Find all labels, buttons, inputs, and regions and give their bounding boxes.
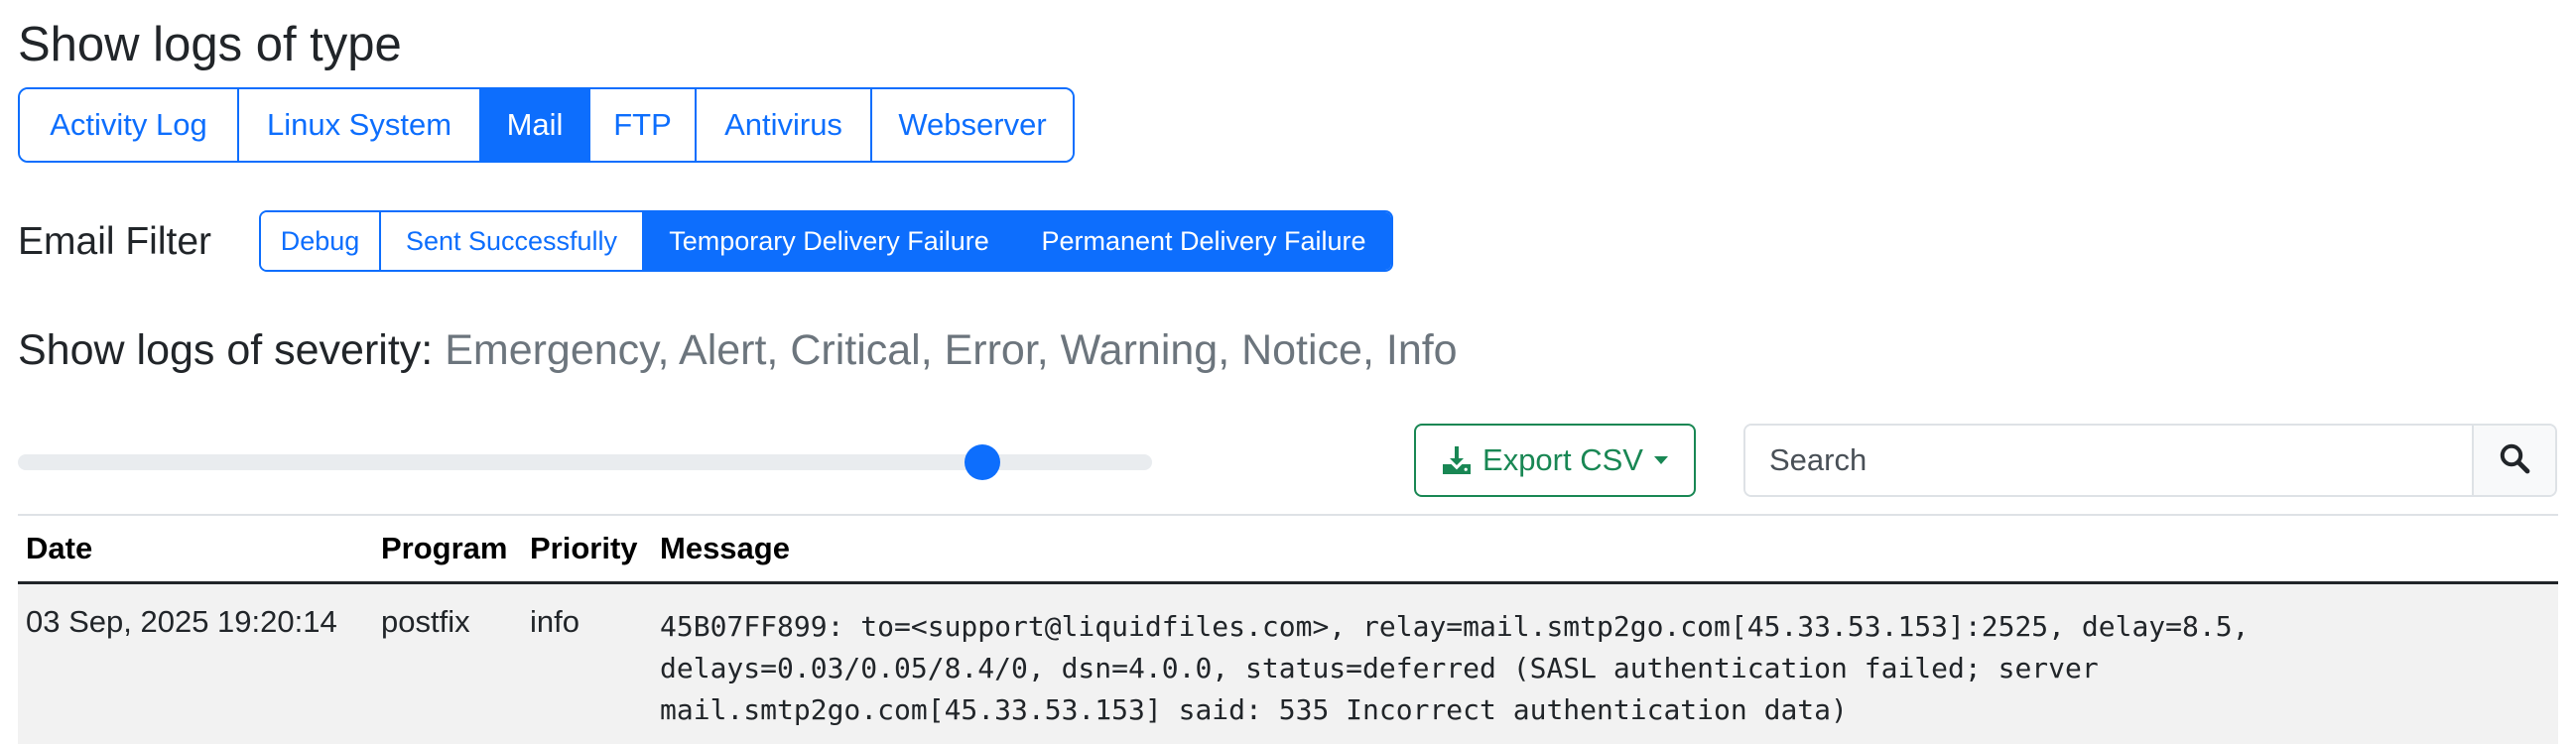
column-header-date[interactable]: Date — [18, 515, 373, 583]
cell-priority: info — [530, 604, 580, 639]
tab-activity-log[interactable]: Activity Log — [20, 89, 239, 161]
tab-ftp[interactable]: FTP — [590, 89, 697, 161]
email-filter-group: Debug Sent Successfully Temporary Delive… — [259, 210, 1393, 272]
tab-webserver[interactable]: Webserver — [872, 89, 1073, 161]
filter-temporary-delivery-failure[interactable]: Temporary Delivery Failure — [644, 212, 1016, 270]
search-box — [1743, 424, 2557, 497]
cell-date: 03 Sep, 2025 19:20:14 — [26, 604, 337, 639]
filter-debug[interactable]: Debug — [261, 212, 381, 270]
severity-slider-thumb[interactable] — [964, 444, 1000, 480]
severity-heading: Show logs of severity: Emergency, Alert,… — [18, 317, 1458, 383]
cell-message: 45B07FF899: to=<support@liquidfiles.com>… — [660, 610, 2250, 726]
severity-values: Emergency, Alert, Critical, Error, Warni… — [445, 326, 1458, 374]
log-type-group: Activity Log Linux System Mail FTP Antiv… — [18, 87, 1075, 163]
filter-sent-successfully[interactable]: Sent Successfully — [381, 212, 644, 270]
search-icon — [2499, 442, 2530, 479]
table-header-row: Date Program Priority Message — [18, 515, 2558, 583]
severity-label: Show logs of severity: — [18, 326, 434, 374]
tab-linux-system[interactable]: Linux System — [239, 89, 481, 161]
tab-mail[interactable]: Mail — [481, 89, 590, 161]
cell-program: postfix — [381, 604, 470, 639]
logs-page: Show logs of type Activity Log Linux Sys… — [0, 0, 2576, 744]
export-csv-button[interactable]: Export CSV — [1414, 424, 1696, 497]
export-csv-label: Export CSV — [1482, 442, 1643, 477]
log-type-heading: Show logs of type — [18, 18, 402, 71]
column-header-priority[interactable]: Priority — [522, 515, 652, 583]
table-row[interactable]: 03 Sep, 2025 19:20:14 postfix info 45B07… — [18, 582, 2558, 744]
tab-antivirus[interactable]: Antivirus — [697, 89, 872, 161]
search-button[interactable] — [2472, 426, 2555, 495]
column-header-program[interactable]: Program — [373, 515, 522, 583]
log-table: Date Program Priority Message 03 Sep, 20… — [18, 514, 2558, 744]
column-header-message[interactable]: Message — [652, 515, 2558, 583]
caret-down-icon — [1653, 455, 1669, 465]
search-input[interactable] — [1745, 426, 2472, 495]
download-icon — [1441, 444, 1473, 476]
filter-permanent-delivery-failure[interactable]: Permanent Delivery Failure — [1016, 212, 1391, 270]
email-filter-label: Email Filter — [18, 220, 212, 263]
